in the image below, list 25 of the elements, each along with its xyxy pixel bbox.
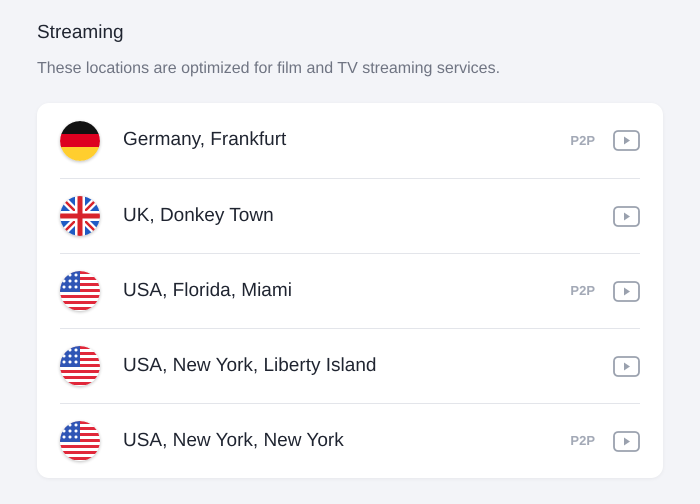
location-row[interactable]: Germany, Frankfurt P2P: [60, 103, 640, 178]
location-row[interactable]: UK, Donkey Town: [60, 178, 640, 253]
p2p-label: P2P: [570, 282, 595, 300]
location-name: Germany, Frankfurt: [123, 128, 288, 152]
usa-flag-icon: [60, 346, 100, 386]
play-icon[interactable]: [613, 206, 640, 226]
usa-flag-icon: [60, 271, 100, 311]
play-icon[interactable]: [613, 430, 640, 452]
location-name: USA, New York, Liberty Island: [123, 354, 378, 378]
location-name: UK, Donkey Town: [123, 204, 275, 228]
section-title: Streaming: [37, 21, 125, 45]
play-icon[interactable]: [613, 356, 640, 376]
play-icon[interactable]: [613, 130, 640, 151]
p2p-label: P2P: [570, 132, 595, 150]
usa-flag-icon: [60, 421, 100, 461]
location-name: USA, Florida, Miami: [123, 278, 293, 303]
play-icon[interactable]: [613, 280, 640, 302]
location-name: USA, New York, New York: [123, 428, 345, 453]
uk-flag-icon: [60, 196, 100, 236]
location-row[interactable]: USA, New York, Liberty Island: [60, 328, 640, 403]
section-description: These locations are optimized for film and TV streaming services.: [37, 59, 502, 79]
p2p-label: P2P: [570, 432, 595, 450]
location-row[interactable]: USA, New York, New York P2P: [60, 403, 640, 478]
location-row[interactable]: USA, Florida, Miami P2P: [60, 253, 640, 328]
germany-flag-icon: [60, 120, 100, 160]
